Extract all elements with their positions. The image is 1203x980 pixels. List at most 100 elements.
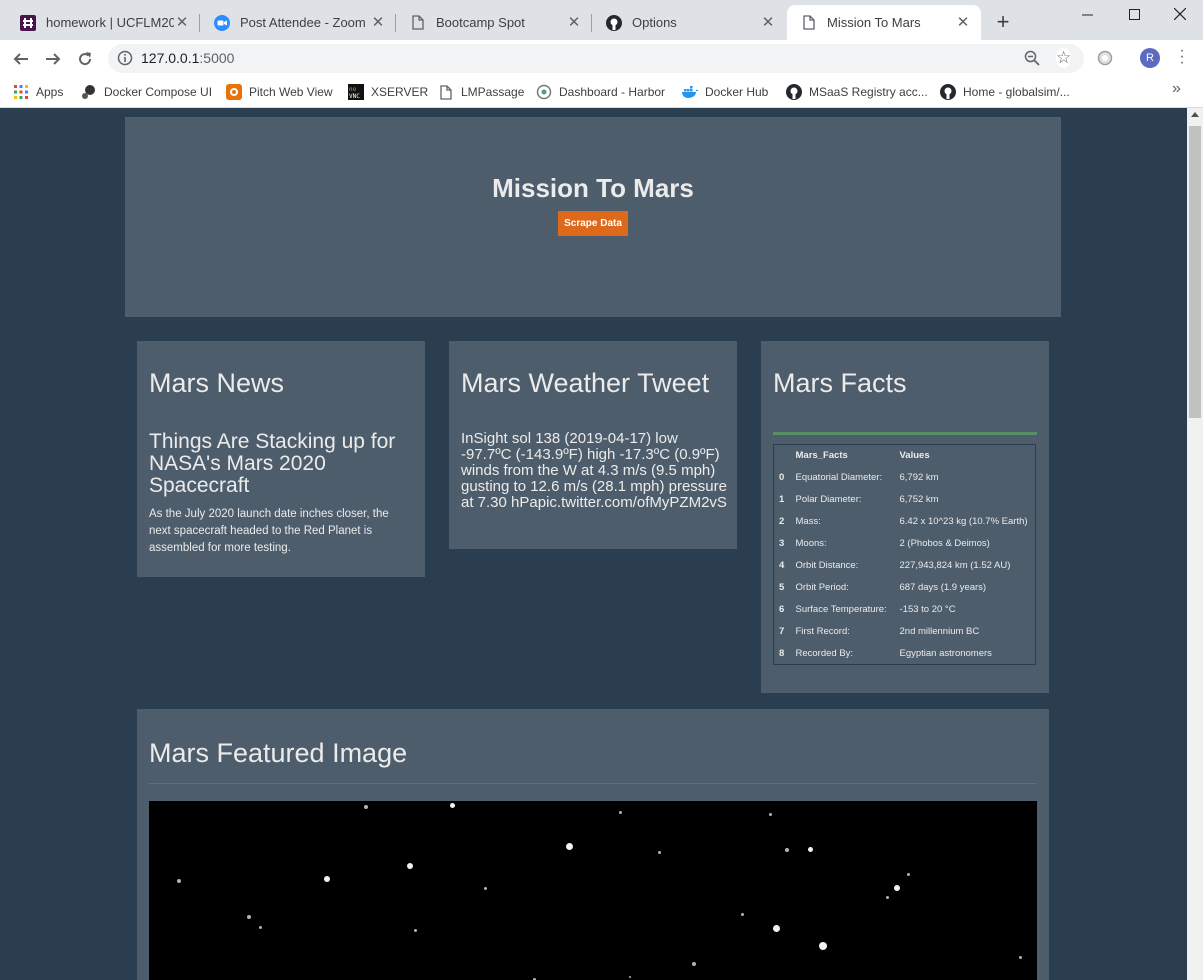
fact-value: 6,792 km [899,472,939,483]
tab-title: Mission To Mars [827,15,921,30]
star-dot [484,887,487,890]
star-dot [450,803,455,808]
star-dot [808,847,813,852]
bookmarks-bar: Apps Docker Compose UI Pitch Web View no… [0,77,1203,108]
bookmark-msaas-registry[interactable]: MSaaS Registry acc... [786,82,928,102]
row-index: 8 [779,647,785,659]
tab-title: Post Attendee - Zoom [240,15,366,30]
star-dot [773,925,780,932]
scrollbar-thumb[interactable] [1189,126,1201,418]
close-icon[interactable]: ✕ [566,14,582,31]
avatar[interactable]: R [1140,48,1160,68]
weather-heading: Mars Weather Tweet [461,368,710,398]
fact-name: First Record: [795,626,850,637]
tab-strip: homework | UCFLM2019 ✕ Post Attendee - Z… [0,0,1203,40]
close-icon[interactable]: ✕ [955,14,971,31]
close-icon[interactable]: ✕ [370,14,386,31]
bookmark-apps[interactable]: Apps [13,82,63,102]
arrow-left-icon [13,53,28,65]
url-port: :5000 [199,50,235,66]
star-dot [741,913,744,916]
table-row: 2 Mass: 6.42 x 10^23 kg (10.7% Earth) [774,511,1036,533]
bookmark-star-icon[interactable]: ☆ [1056,48,1072,68]
new-tab-button[interactable]: + [992,11,1014,34]
table-row: 1 Polar Diameter: 6,752 km [774,489,1036,511]
maximize-icon [1128,8,1140,20]
star-dot [1019,956,1022,959]
close-icon[interactable]: ✕ [174,14,190,31]
fact-name: Polar Diameter: [795,494,862,505]
tab-homework[interactable]: homework | UCFLM2019 ✕ [6,5,200,40]
bookmark-label: MSaaS Registry acc... [809,85,928,99]
bookmark-docker-hub[interactable]: Docker Hub [682,82,768,102]
page-icon [438,84,454,100]
facts-table: Mars_Facts Values 0 Equatorial Diameter: 6… [773,444,1036,665]
tab-mission-to-mars[interactable]: Mission To Mars ✕ [787,5,981,40]
fact-name: Orbit Distance: [795,560,859,571]
scrape-data-button[interactable]: Scrape Data [558,211,628,236]
scroll-up-arrow-icon[interactable] [1191,112,1199,117]
zoom-icon [214,14,230,31]
minimize-icon [1081,14,1093,15]
star-dot [819,942,827,950]
bookmark-dashboard-harbor[interactable]: Dashboard - Harbor [536,82,665,102]
star-dot [414,929,417,932]
star-dot [886,896,889,899]
table-row: 4 Orbit Distance: 227,943,824 km (1.52 AU) [774,555,1036,577]
star-dot [907,873,910,876]
row-index: 6 [779,604,785,615]
zoom-icon[interactable] [1024,50,1040,71]
bookmark-label: Home - globalsim/... [963,85,1070,99]
news-paragraph: As the July 2020 launch date inches clos… [149,508,389,554]
more-menu-icon[interactable]: · · · [1176,43,1188,71]
star-dot [566,843,573,850]
bookmark-label: Dashboard - Harbor [559,85,666,99]
fact-name: Recorded By: [795,647,854,659]
close-icon[interactable]: ✕ [760,14,776,31]
fact-value: 2nd millennium BC [899,626,980,637]
reload-button[interactable] [72,46,98,72]
star-dot [785,848,789,852]
window-close-button[interactable] [1157,0,1203,28]
minimize-button[interactable] [1064,0,1110,28]
bookmark-xserver[interactable]: no VNC XSERVER [348,82,428,102]
bookmark-docker-compose-ui[interactable]: Docker Compose UI [81,82,212,102]
star-dot [324,876,330,882]
table-row: 6 Surface Temperature: -153 to 20 °C [774,599,1036,621]
featured-image[interactable] [149,801,1037,980]
news-title: Things Are Stacking up for NASA's Mars 2… [149,430,396,497]
bookmarks-overflow-icon[interactable]: » [1172,80,1181,98]
address-bar[interactable]: 127.0.0.1:5000 ☆ [108,44,1084,73]
row-index: 5 [779,582,785,593]
jumbotron: Mission To Mars Scrape Data [125,117,1061,317]
fact-name: Equatorial Diameter: [795,472,883,483]
back-button[interactable] [8,46,34,72]
row-index: 3 [779,538,785,549]
maximize-button[interactable] [1111,0,1157,28]
table-header-row: Mars_Facts Values [774,445,1036,467]
fact-value: 6.42 x 10^23 kg (10.7% Earth) [899,516,1028,527]
column-header: Mars_Facts [795,450,848,462]
bookmark-home-globalsim[interactable]: Home - globalsim/... [940,82,1070,102]
tab-bootcamp-spot[interactable]: Bootcamp Spot ✕ [396,5,592,40]
star-dot [177,879,181,883]
bookmark-label: LMPassage [461,85,525,99]
info-icon[interactable] [117,50,133,71]
row-index: 4 [779,560,785,571]
fact-name: Orbit Period: [795,582,849,593]
tab-zoom[interactable]: Post Attendee - Zoom ✕ [200,5,396,40]
pitch-icon [226,84,242,100]
row-index: 7 [779,626,785,637]
browser-chrome: homework | UCFLM2019 ✕ Post Attendee - Z… [0,0,1203,108]
bookmark-pitch-web-view[interactable]: Pitch Web View [226,82,333,102]
facts-heading: Mars Facts [773,368,907,398]
extension-icon[interactable] [1097,50,1113,71]
reload-icon [79,52,92,66]
scrollbar[interactable] [1187,108,1203,980]
bookmark-lmpassage[interactable]: LMPassage [438,82,524,102]
star-dot [629,976,631,978]
tab-options[interactable]: Options ✕ [592,5,786,40]
page-icon [410,15,426,31]
column-header: Values [899,450,930,462]
forward-button[interactable] [40,46,66,72]
